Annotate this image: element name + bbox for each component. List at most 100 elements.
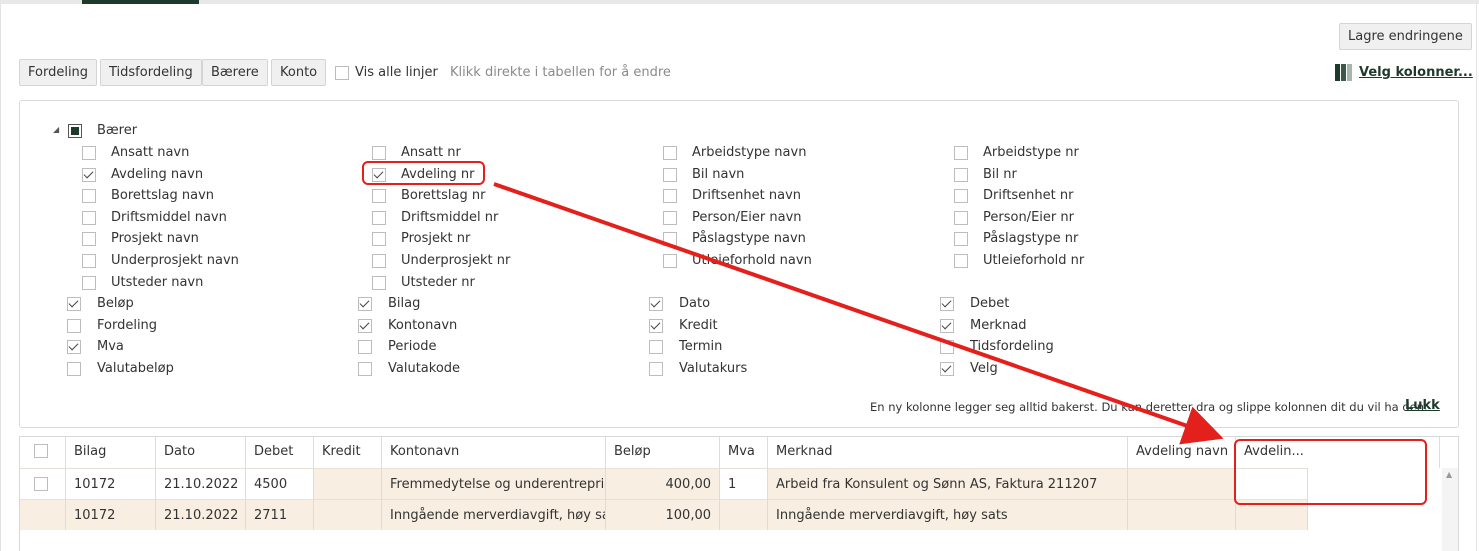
option-label-person-eier-nr: Person/Eier nr xyxy=(983,209,1074,225)
column-header-dato[interactable]: Dato xyxy=(156,437,246,468)
option-checkbox-paslagstype-navn[interactable] xyxy=(663,232,677,247)
collapse-triangle-icon[interactable]: ◢ xyxy=(53,125,59,134)
option-checkbox-periode[interactable] xyxy=(358,340,372,355)
konto-button[interactable]: Konto xyxy=(271,59,327,86)
option-checkbox-utleieforhold-navn[interactable] xyxy=(663,254,677,268)
option-checkbox-valutakurs[interactable] xyxy=(649,361,663,376)
option-checkbox-dato[interactable] xyxy=(649,297,663,311)
table-cell-belop[interactable]: 100,00 xyxy=(606,499,720,530)
option-checkbox-arbeidstype-nr[interactable] xyxy=(954,146,968,160)
scroll-up-icon[interactable]: ▲ xyxy=(1446,470,1452,479)
fordeling-button[interactable]: Fordeling xyxy=(19,59,98,86)
column-header-avdeling-navn[interactable]: Avdeling navn xyxy=(1128,437,1236,468)
table-cell-mva[interactable] xyxy=(720,499,768,530)
option-checkbox-tidsfordeling[interactable] xyxy=(940,340,954,355)
option-label-prosjekt-nr: Prosjekt nr xyxy=(401,231,471,247)
show-all-lines-checkbox[interactable] xyxy=(335,66,349,80)
grid-scrollbar[interactable]: ▲ xyxy=(1442,468,1458,551)
table-cell-kontonavn[interactable]: Inngående merverdiavgift, høy sats xyxy=(382,499,606,530)
row-select-cell[interactable] xyxy=(20,468,66,499)
table-cell-debet[interactable]: 2711 xyxy=(246,499,314,530)
option-label-borettslag-navn: Borettslag navn xyxy=(111,188,214,204)
option-checkbox-ansatt-nr[interactable] xyxy=(372,146,386,160)
option-checkbox-bil-navn[interactable] xyxy=(663,167,677,182)
column-header-merknad[interactable]: Merknad xyxy=(768,437,1128,468)
option-checkbox-driftsmiddel-navn[interactable] xyxy=(82,210,96,225)
option-checkbox-termin[interactable] xyxy=(649,340,663,355)
option-checkbox-avdeling-navn[interactable] xyxy=(82,167,96,182)
column-header-debet[interactable]: Debet xyxy=(246,437,314,468)
table-cell-dato[interactable]: 21.10.2022 xyxy=(156,499,246,530)
option-checkbox-bil-nr[interactable] xyxy=(954,167,968,182)
option-label-utleieforhold-nr: Utleieforhold nr xyxy=(983,253,1085,268)
option-checkbox-valutakode[interactable] xyxy=(358,361,372,376)
option-checkbox-prosjekt-nr[interactable] xyxy=(372,232,386,247)
tidsfordeling-button[interactable]: Tidsfordeling xyxy=(100,59,202,86)
option-checkbox-mva[interactable] xyxy=(67,340,81,355)
option-checkbox-person-eier-navn[interactable] xyxy=(663,210,677,225)
option-checkbox-arbeidstype-navn[interactable] xyxy=(663,146,677,160)
baerere-button[interactable]: Bærere xyxy=(202,59,268,86)
table-cell-kontonavn[interactable]: Fremmedytelse og underentreprise xyxy=(382,468,606,499)
option-checkbox-bilag[interactable] xyxy=(358,297,372,311)
option-checkbox-driftsmiddel-nr[interactable] xyxy=(372,210,386,225)
column-header-belop[interactable]: Beløp xyxy=(606,437,720,468)
option-checkbox-utsteder-navn[interactable] xyxy=(82,275,96,290)
option-label-driftsmiddel-navn: Driftsmiddel navn xyxy=(111,209,227,225)
table-cell-dato[interactable]: 21.10.2022 xyxy=(156,468,246,499)
option-checkbox-valutabelop[interactable] xyxy=(67,361,81,376)
close-link[interactable]: Lukk xyxy=(1405,398,1440,414)
table-cell-bilag[interactable]: 10172 xyxy=(66,499,156,530)
table-cell-kredit[interactable] xyxy=(314,499,382,530)
option-checkbox-debet[interactable] xyxy=(940,297,954,311)
table-cell-debet[interactable]: 4500 xyxy=(246,468,314,499)
table-cell-belop[interactable]: 400,00 xyxy=(606,468,720,499)
choose-columns-label: Velg kolonner... xyxy=(1359,65,1473,80)
table-cell-kredit[interactable] xyxy=(314,468,382,499)
table-cell-avdeling-navn[interactable] xyxy=(1128,499,1236,530)
option-label-tidsfordeling: Tidsfordeling xyxy=(970,339,1054,355)
option-checkbox-velg[interactable] xyxy=(940,361,954,376)
option-label-driftsenhet-nr: Driftsenhet nr xyxy=(983,188,1074,204)
save-changes-button[interactable]: Lagre endringene xyxy=(1339,23,1472,50)
option-label-bil-nr: Bil nr xyxy=(983,166,1017,182)
select-all-cell[interactable] xyxy=(20,437,66,468)
option-checkbox-kontonavn[interactable] xyxy=(358,318,372,333)
option-checkbox-underprosjekt-nr[interactable] xyxy=(372,254,386,268)
option-checkbox-underprosjekt-navn[interactable] xyxy=(82,254,96,268)
option-checkbox-prosjekt-navn[interactable] xyxy=(82,232,96,247)
column-header-mva[interactable]: Mva xyxy=(720,437,768,468)
select-all-checkbox[interactable] xyxy=(34,444,48,458)
option-checkbox-paslagstype-nr[interactable] xyxy=(954,232,968,247)
top-tab-strip xyxy=(0,0,1479,4)
row-checkbox[interactable] xyxy=(34,477,48,491)
option-label-arbeidstype-navn: Arbeidstype navn xyxy=(692,145,807,160)
option-checkbox-utleieforhold-nr[interactable] xyxy=(954,254,968,268)
option-checkbox-borettslag-navn[interactable] xyxy=(82,189,96,204)
highlight-avdeling-nr-option xyxy=(362,161,485,185)
option-label-valutakurs: Valutakurs xyxy=(679,360,748,376)
option-checkbox-driftsenhet-navn[interactable] xyxy=(663,189,677,204)
column-header-kredit[interactable]: Kredit xyxy=(314,437,382,468)
table-cell-merknad[interactable]: Inngående merverdiavgift, høy sats xyxy=(768,499,1128,530)
row-select-cell[interactable] xyxy=(20,499,66,530)
option-checkbox-kredit[interactable] xyxy=(649,318,663,333)
choose-columns-link[interactable]: Velg kolonner... xyxy=(1335,64,1473,81)
option-checkbox-ansatt-navn[interactable] xyxy=(82,146,96,160)
option-checkbox-utsteder-nr[interactable] xyxy=(372,275,386,290)
table-cell-bilag[interactable]: 10172 xyxy=(66,468,156,499)
table-cell-mva[interactable]: 1 xyxy=(720,468,768,499)
option-checkbox-fordeling[interactable] xyxy=(67,318,81,333)
option-label-fordeling: Fordeling xyxy=(97,317,158,333)
baerer-group-checkbox[interactable] xyxy=(68,124,82,138)
option-label-driftsenhet-navn: Driftsenhet navn xyxy=(692,188,802,204)
table-cell-merknad[interactable]: Arbeid fra Konsulent og Sønn AS, Faktura… xyxy=(768,468,1128,499)
column-header-bilag[interactable]: Bilag xyxy=(66,437,156,468)
option-checkbox-merknad[interactable] xyxy=(940,318,954,333)
column-header-kontonavn[interactable]: Kontonavn xyxy=(382,437,606,468)
option-checkbox-borettslag-nr[interactable] xyxy=(372,189,386,204)
option-checkbox-belop[interactable] xyxy=(67,297,81,311)
option-checkbox-driftsenhet-nr[interactable] xyxy=(954,189,968,204)
table-cell-avdeling-navn[interactable] xyxy=(1128,468,1236,499)
option-checkbox-person-eier-nr[interactable] xyxy=(954,210,968,225)
